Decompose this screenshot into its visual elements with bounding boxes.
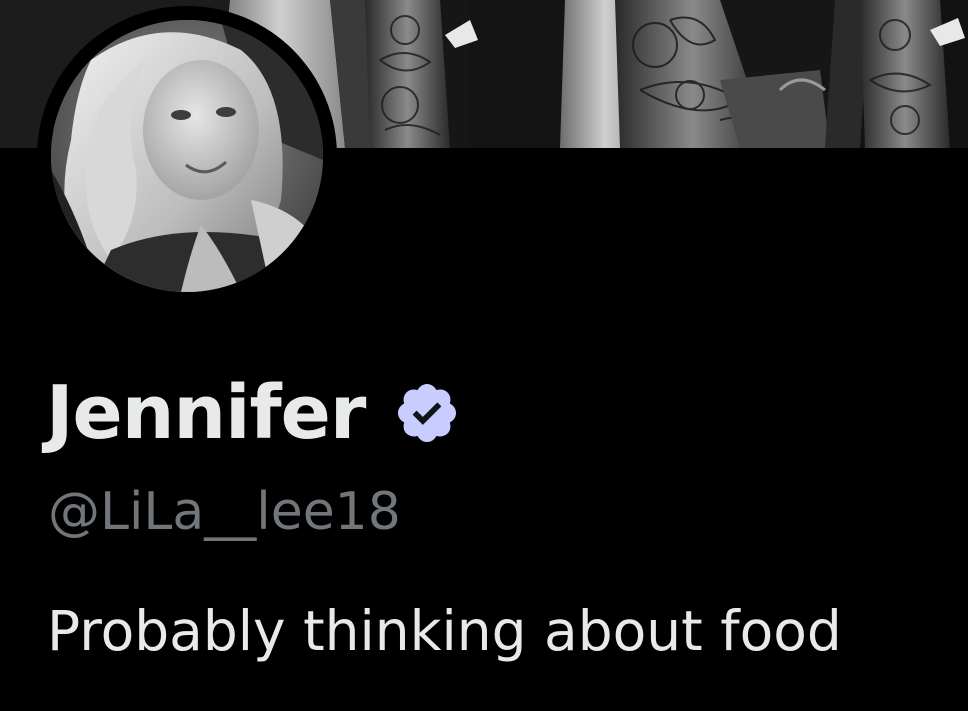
display-name-row: Jennifer bbox=[46, 368, 461, 458]
avatar-ring[interactable] bbox=[37, 6, 337, 306]
display-name: Jennifer bbox=[46, 370, 366, 456]
profile-bio: Probably thinking about food bbox=[47, 599, 842, 663]
avatar[interactable] bbox=[51, 20, 323, 292]
profile-photo-image bbox=[51, 20, 323, 292]
verified-badge-icon[interactable] bbox=[393, 379, 461, 447]
profile-handle: @LiLa__lee18 bbox=[48, 482, 401, 542]
